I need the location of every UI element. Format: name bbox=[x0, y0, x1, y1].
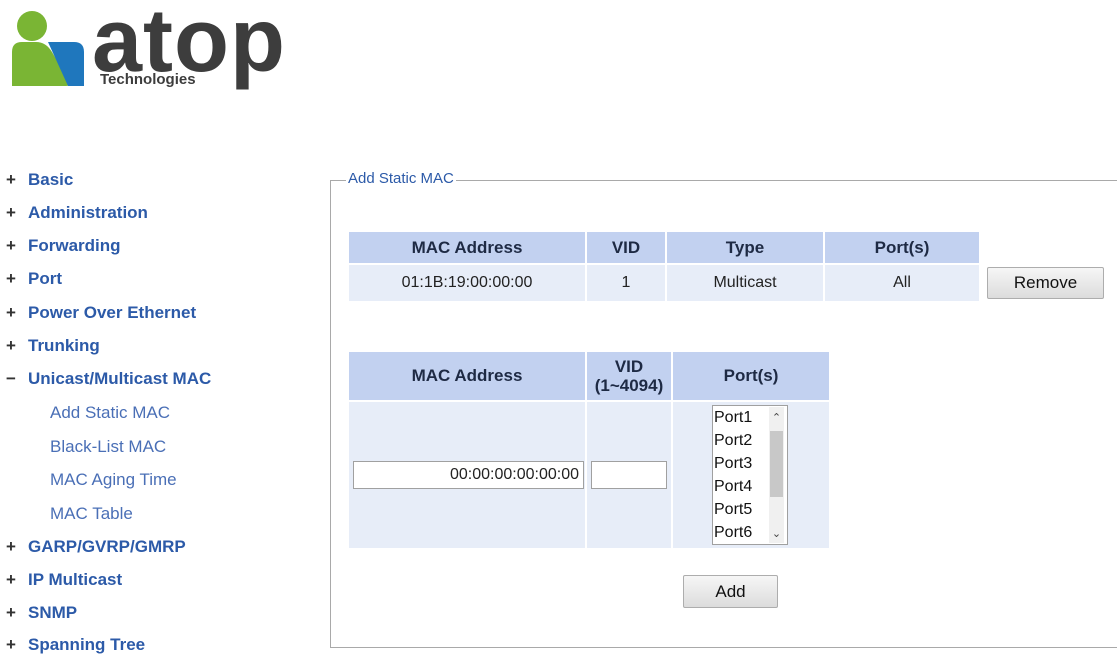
nav-item-unicast-multicast-mac[interactable]: − Unicast/Multicast MAC bbox=[0, 364, 211, 394]
collapse-icon: − bbox=[6, 369, 16, 388]
remove-button[interactable]: Remove bbox=[987, 267, 1104, 299]
scrollbar-thumb[interactable] bbox=[770, 431, 783, 497]
expand-icon: + bbox=[6, 537, 16, 556]
expand-icon: + bbox=[6, 635, 16, 654]
nav-item-label: Administration bbox=[28, 203, 148, 222]
fieldset-legend: Add Static MAC bbox=[346, 168, 456, 190]
nav-item-label: IP Multicast bbox=[28, 570, 123, 589]
column-header-type: Type bbox=[667, 232, 823, 263]
nav-item-garp-gvrp-gmrp[interactable]: + GARP/GVRP/GMRP bbox=[0, 532, 186, 562]
logo-mark-icon bbox=[12, 11, 84, 86]
column-header-vid-range: VID (1~4094) bbox=[587, 352, 671, 400]
nav-item-label: SNMP bbox=[28, 603, 78, 622]
nav-item-spanning-tree[interactable]: + Spanning Tree bbox=[0, 630, 145, 660]
nav-item-label: Spanning Tree bbox=[28, 635, 146, 654]
column-header-mac-address: MAC Address bbox=[349, 232, 585, 263]
mac-address-input[interactable] bbox=[353, 461, 584, 489]
port-option[interactable]: Port4 bbox=[714, 475, 752, 498]
expand-icon: + bbox=[6, 203, 16, 222]
nav-item-label: Port bbox=[28, 269, 62, 288]
column-header-mac-address: MAC Address bbox=[349, 352, 585, 400]
nav-item-port[interactable]: + Port bbox=[0, 264, 62, 294]
nav-item-basic[interactable]: + Basic bbox=[0, 165, 73, 195]
nav-item-ip-multicast[interactable]: + IP Multicast bbox=[0, 565, 122, 595]
nav-item-label: Basic bbox=[28, 170, 74, 189]
ports-scrollbar[interactable]: ⌃ ⌄ bbox=[769, 407, 784, 543]
column-header-vid: VID bbox=[587, 232, 665, 263]
expand-icon: + bbox=[6, 236, 16, 255]
expand-icon: + bbox=[6, 170, 16, 189]
port-option[interactable]: Port6 bbox=[714, 521, 752, 544]
nav-item-trunking[interactable]: + Trunking bbox=[0, 331, 100, 361]
column-header-ports: Port(s) bbox=[825, 232, 979, 263]
expand-icon: + bbox=[6, 303, 16, 322]
port-option[interactable]: Port3 bbox=[714, 452, 752, 475]
atop-logo: atop Technologies bbox=[8, 0, 308, 92]
expand-icon: + bbox=[6, 336, 16, 355]
nav-item-label: GARP/GVRP/GMRP bbox=[28, 537, 186, 556]
cell-type: Multicast bbox=[667, 265, 823, 301]
vid-input[interactable] bbox=[591, 461, 667, 489]
nav-item-label: Forwarding bbox=[28, 236, 121, 255]
expand-icon: + bbox=[6, 570, 16, 589]
nav-item-snmp[interactable]: + SNMP bbox=[0, 598, 77, 628]
nav-item-power-over-ethernet[interactable]: + Power Over Ethernet bbox=[0, 298, 196, 328]
vid-header-label: VID bbox=[614, 357, 644, 376]
nav-subitem-mac-aging-time[interactable]: MAC Aging Time bbox=[50, 465, 177, 495]
expand-icon: + bbox=[6, 269, 16, 288]
scroll-down-icon[interactable]: ⌄ bbox=[769, 527, 784, 541]
port-option[interactable]: Port5 bbox=[714, 498, 752, 521]
vid-range-label: (1~4094) bbox=[594, 376, 664, 395]
nav-subitem-mac-table[interactable]: MAC Table bbox=[50, 499, 133, 529]
nav-item-label: Trunking bbox=[28, 336, 100, 355]
nav-subitem-add-static-mac[interactable]: Add Static MAC bbox=[50, 398, 170, 428]
nav-item-forwarding[interactable]: + Forwarding bbox=[0, 231, 121, 261]
logo-subtext: Technologies bbox=[100, 71, 196, 88]
scroll-up-icon[interactable]: ⌃ bbox=[769, 411, 784, 425]
ports-listbox[interactable]: Port1 Port2 Port3 Port4 Port5 Port6 ⌃ ⌄ bbox=[712, 405, 788, 545]
port-option[interactable]: Port1 bbox=[714, 406, 752, 429]
nav-item-label: Power Over Ethernet bbox=[28, 303, 197, 322]
nav-item-label: Unicast/Multicast MAC bbox=[28, 369, 212, 388]
port-option[interactable]: Port2 bbox=[714, 429, 752, 452]
add-button[interactable]: Add bbox=[683, 575, 778, 608]
nav-item-administration[interactable]: + Administration bbox=[0, 198, 148, 228]
nav-subitem-black-list-mac[interactable]: Black-List MAC bbox=[50, 432, 166, 462]
expand-icon: + bbox=[6, 603, 16, 622]
column-header-ports: Port(s) bbox=[673, 352, 829, 400]
cell-ports: All bbox=[825, 265, 979, 301]
cell-vid: 1 bbox=[587, 265, 665, 301]
cell-mac-address: 01:1B:19:00:00:00 bbox=[349, 265, 585, 301]
